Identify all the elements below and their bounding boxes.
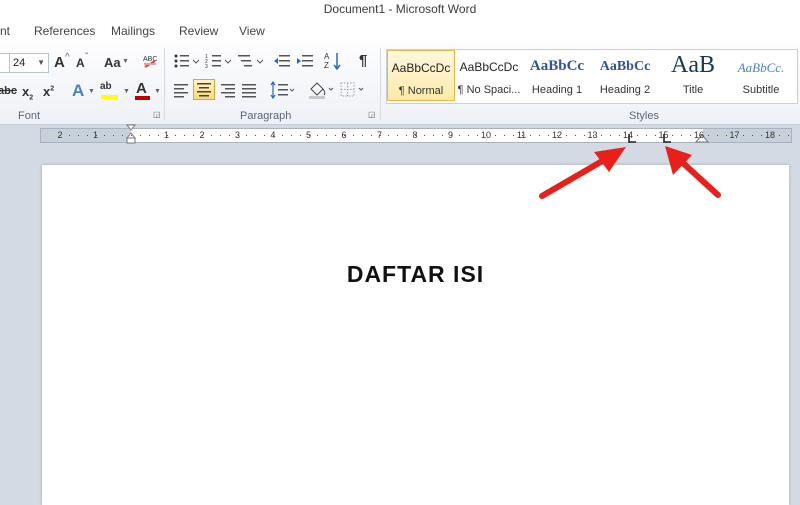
- red-arrow-right: [665, 146, 721, 198]
- arrow-shaft: [539, 157, 607, 199]
- arrow-head: [594, 147, 626, 172]
- red-arrow-left: [539, 147, 626, 199]
- annotation-arrows: [539, 146, 721, 199]
- arrow-shaft: [680, 160, 721, 198]
